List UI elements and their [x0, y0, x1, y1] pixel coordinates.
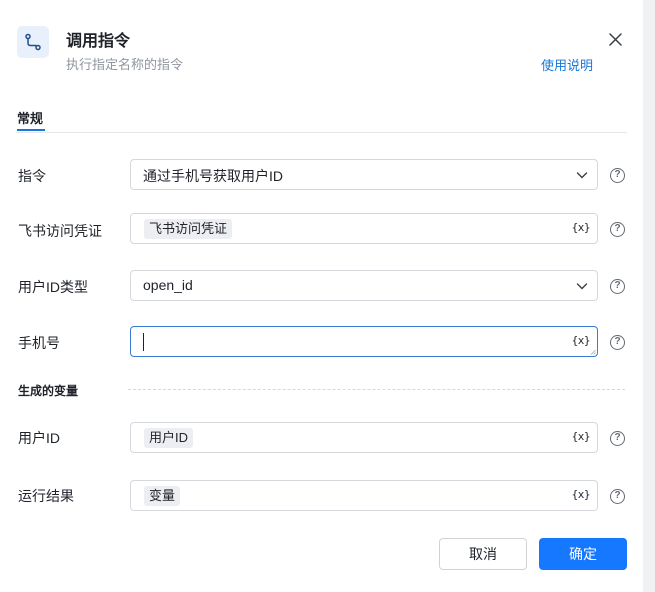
- text-caret: [143, 333, 144, 351]
- run-result-label: 运行结果: [18, 488, 74, 504]
- credential-help-icon[interactable]: ?: [610, 222, 625, 237]
- dialog-subtitle: 执行指定名称的指令: [66, 57, 184, 72]
- call-command-dialog: 调用指令 执行指定名称的指令 使用说明 常规 指令 通过手机号获取用户ID ? …: [0, 0, 643, 592]
- tab-general[interactable]: 常规: [17, 108, 43, 127]
- section-divider: [128, 389, 625, 390]
- user-id-variable-chip[interactable]: 用户ID: [144, 428, 194, 448]
- credential-label: 飞书访问凭证: [18, 223, 102, 239]
- phone-input[interactable]: {x}: [130, 326, 598, 357]
- id-type-help-icon[interactable]: ?: [610, 279, 625, 294]
- resize-grip-icon[interactable]: [590, 349, 596, 355]
- user-id-label: 用户ID: [18, 430, 60, 446]
- close-icon[interactable]: [608, 32, 622, 46]
- chevron-down-icon[interactable]: [575, 168, 589, 182]
- variable-insert-icon[interactable]: {x}: [572, 334, 591, 347]
- id-type-select-value: open_id: [143, 277, 193, 293]
- tab-active-indicator: [17, 129, 45, 131]
- variable-insert-icon[interactable]: {x}: [572, 488, 591, 501]
- dialog-title: 调用指令: [66, 33, 131, 50]
- tab-divider: [17, 132, 627, 133]
- variable-insert-icon[interactable]: {x}: [572, 221, 591, 234]
- command-label: 指令: [18, 168, 46, 184]
- command-select[interactable]: 通过手机号获取用户ID: [130, 159, 598, 190]
- output-section-title: 生成的变量: [18, 384, 79, 398]
- phone-label: 手机号: [18, 335, 60, 351]
- usage-help-link[interactable]: 使用说明: [541, 55, 593, 74]
- chevron-down-icon[interactable]: [575, 279, 589, 293]
- id-type-select[interactable]: open_id: [130, 270, 598, 301]
- run-result-output-field[interactable]: 变量 {x}: [130, 480, 598, 511]
- run-result-variable-chip[interactable]: 变量: [144, 486, 181, 506]
- page-scrollbar[interactable]: [643, 0, 655, 592]
- user-id-help-icon[interactable]: ?: [610, 431, 625, 446]
- variable-insert-icon[interactable]: {x}: [572, 430, 591, 443]
- command-select-value: 通过手机号获取用户ID: [143, 168, 283, 184]
- id-type-label: 用户ID类型: [18, 279, 88, 295]
- command-help-icon[interactable]: ?: [610, 168, 625, 183]
- cancel-button[interactable]: 取消: [439, 538, 527, 570]
- flow-icon-graphic: [25, 33, 41, 51]
- user-id-output-field[interactable]: 用户ID {x}: [130, 422, 598, 453]
- run-result-help-icon[interactable]: ?: [610, 489, 625, 504]
- phone-help-icon[interactable]: ?: [610, 335, 625, 350]
- confirm-button[interactable]: 确定: [539, 538, 627, 570]
- credential-variable-chip[interactable]: 飞书访问凭证: [144, 219, 233, 239]
- flow-icon: [17, 26, 49, 58]
- credential-field[interactable]: 飞书访问凭证 {x}: [130, 213, 598, 244]
- close-button[interactable]: [604, 28, 626, 50]
